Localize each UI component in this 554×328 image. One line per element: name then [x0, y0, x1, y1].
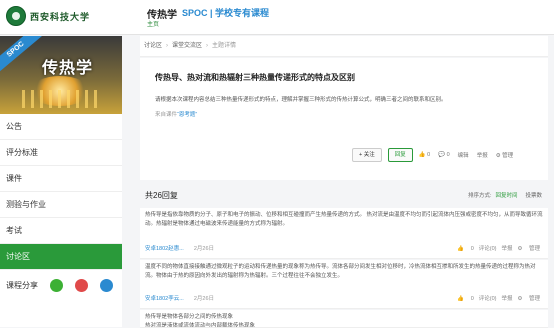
topic-reply-count: 💬 0 [438, 152, 450, 158]
reply-report[interactable]: 举报 [502, 246, 513, 252]
course-share: 课程分享 [0, 270, 122, 300]
manage-link[interactable]: ⚙ 管理 [496, 151, 513, 159]
reply-date: 2月26日 [193, 246, 215, 252]
banner-lattice [22, 90, 102, 108]
top-bar: 西安科技大学 传热学 主页 SPOC | 学校专有课程 [0, 0, 554, 35]
share-label: 课程分享 [6, 280, 38, 290]
reply-like[interactable]: 👍 0 [457, 296, 473, 302]
reply-manage-label: 管理 [528, 296, 540, 302]
qq-icon[interactable] [100, 278, 113, 292]
spoc-title: SPOC | 学校专有课程 [182, 8, 270, 18]
edit-link[interactable]: 编辑 [458, 151, 469, 159]
report-link[interactable]: 举报 [477, 151, 488, 159]
banner-title: 传热学 [42, 58, 94, 77]
reply-meta: 安卓1802李云... 2月26日 [145, 294, 214, 302]
reply-manage[interactable]: ⚙ 管理 [518, 246, 540, 252]
topic-like-count: 0 [427, 152, 431, 158]
topic-reply-count-value: 0 [446, 152, 450, 158]
reply-text: 热传导是物体各部分之间的传热现象 热对流是液体或流体流动与内部载体传热现象 热辐… [145, 314, 256, 328]
reply-comments[interactable]: 评论(0) [479, 296, 497, 302]
replies-header: 共26回复 排序方式: 回复时间 投票数 [140, 188, 548, 206]
logo-text: 西安科技大学 [30, 12, 91, 23]
reply-meta: 安卓1802赵惠... 2月26日 [145, 244, 214, 252]
reply-text: 温度不同的物体直接接触通过微观粒子的运动和传递热量的现象称为热传导。流体各部分间… [145, 264, 536, 279]
course-home-link[interactable]: 主页 [147, 19, 159, 28]
sidebar-item-exam[interactable]: 考试 [0, 218, 122, 244]
breadcrumb-discussion[interactable]: 讨论区 [144, 43, 162, 49]
course-banner: SPOC 传热学 [0, 36, 122, 114]
topic-description: 请根据本次课程内容总结三种热量传递形式的特点，理解并掌握三种形式的传热计算公式，… [155, 97, 447, 103]
main-content: 讨论区 › 课堂交流区 › 主题详情 传热导、热对流和热辐射三种热量传递形式的特点及区别… [140, 36, 548, 328]
reply-author[interactable]: 安卓1802赵惠... [145, 246, 184, 252]
university-logo[interactable]: 西安科技大学 [6, 6, 90, 26]
topic-card: 传热导、热对流和热辐射三种热量传递形式的特点及区别 请根据本次课程内容总结三种热… [140, 58, 548, 180]
replies-count: 共26回复 [145, 191, 178, 200]
weibo-icon[interactable] [75, 278, 88, 292]
topic-like[interactable]: 👍 0 [419, 152, 430, 158]
spoc-ribbon: SPOC [0, 36, 43, 74]
reply-item: 热传导是指依靠物质的分子、原子和电子的振动、位移和相互碰撞而产生热量传递的方式。… [140, 208, 548, 259]
reply-like[interactable]: 👍 0 [457, 246, 473, 252]
reply-ops: 👍 0 评论(0) 举报 ⚙ 管理 [452, 244, 540, 252]
reply-report[interactable]: 举报 [502, 296, 513, 302]
reply-item: 温度不同的物体直接接触通过微观粒子的运动和传递热量的现象称为热传导。流体各部分间… [140, 260, 548, 309]
sidebar-item-grading[interactable]: 评分标准 [0, 140, 122, 166]
topic-source: 来自课件“恩考题” [155, 110, 197, 118]
reply-ops: 👍 0 评论(0) 举报 ⚙ 管理 [452, 294, 540, 302]
reply-like-count: 0 [470, 296, 474, 302]
breadcrumb-current: 主题详情 [212, 43, 237, 49]
sort-label: 排序方式: [467, 193, 492, 199]
breadcrumb-classroom[interactable]: 课堂交流区 [172, 43, 202, 49]
reply-manage-label: 管理 [528, 246, 540, 252]
reply-button[interactable]: 回复 [387, 148, 413, 162]
follow-button[interactable]: + 关注 [352, 148, 382, 162]
topic-source-prefix: 来自课件 [155, 112, 178, 118]
reply-author[interactable]: 安卓1802李云... [145, 296, 184, 302]
topic-source-link[interactable]: “恩考题” [177, 112, 197, 118]
reply-like-count: 0 [470, 246, 474, 252]
manage-label: 管理 [502, 153, 514, 159]
sort-by-time[interactable]: 回复时间 [495, 193, 517, 199]
reply-comments[interactable]: 评论(0) [479, 246, 497, 252]
reply-manage[interactable]: ⚙ 管理 [518, 296, 540, 302]
sort-options: 排序方式: 回复时间 投票数 [468, 191, 542, 199]
topic-actions: + 关注 回复 👍 0 💬 0 编辑 举报 ⚙ 管理 [352, 148, 521, 162]
topic-title: 传热导、热对流和热辐射三种热量传递形式的特点及区别 [155, 73, 355, 82]
sidebar: SPOC 传热学 公告 评分标准 课件 测验与作业 考试 讨论区 课程分享 [0, 36, 122, 327]
reply-date: 2月26日 [193, 296, 215, 302]
sidebar-item-discussion[interactable]: 讨论区 [0, 244, 122, 270]
university-seal-icon [6, 6, 26, 26]
weixin-icon[interactable] [50, 278, 63, 292]
reply-text: 热传导是指依靠物质的分子、原子和电子的振动、位移和相互碰撞而产生热量传递的方式。… [145, 212, 543, 227]
breadcrumb: 讨论区 › 课堂交流区 › 主题详情 [140, 36, 548, 57]
sidebar-item-courseware[interactable]: 课件 [0, 166, 122, 192]
sidebar-item-announcements[interactable]: 公告 [0, 114, 122, 140]
sidebar-item-quizzes[interactable]: 测验与作业 [0, 192, 122, 218]
sort-by-votes[interactable]: 投票数 [525, 193, 542, 199]
reply-item: 热传导是物体各部分之间的传热现象 热对流是液体或流体流动与内部载体传热现象 热辐… [140, 310, 548, 328]
